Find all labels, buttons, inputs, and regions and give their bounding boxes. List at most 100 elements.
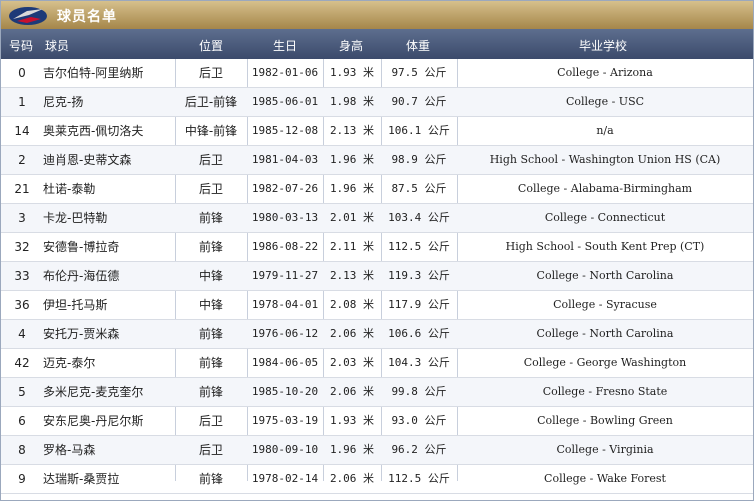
cell-height: 1.98 米	[329, 95, 375, 108]
cell-school: High School - South Kent Prep (CT)	[505, 240, 705, 253]
cell-num: 42	[14, 356, 30, 370]
cell-weight: 90.7 公斤	[391, 95, 447, 108]
table-row: 33 布伦丹-海伍德 中锋 1979-11-27 2.13 米 119.3 公斤…	[1, 262, 753, 291]
cell-num: 4	[18, 327, 26, 341]
cell-school: College - Fresno State	[542, 385, 668, 398]
cell-num: 0	[18, 66, 26, 80]
cell-name: 达瑞斯-桑贾拉	[43, 472, 120, 486]
cell-school: College - North Carolina	[536, 327, 674, 340]
cell-weight: 99.8 公斤	[391, 385, 447, 398]
cell-num: 21	[14, 182, 30, 196]
cell-name: 吉尔伯特-阿里纳斯	[43, 66, 144, 80]
table-row: 0 吉尔伯特-阿里纳斯 后卫 1982-01-06 1.93 米 97.5 公斤…	[1, 59, 753, 88]
cell-position: 后卫-前锋	[184, 95, 238, 109]
cell-school: College - Wake Forest	[544, 472, 666, 485]
cell-weight: 119.3 公斤	[388, 269, 450, 282]
cell-dob: 1986-08-22	[251, 240, 319, 253]
table-row: 1 尼克-扬 后卫-前锋 1985-06-01 1.98 米 90.7 公斤 C…	[1, 88, 753, 117]
cell-num: 32	[14, 240, 30, 254]
cell-position: 后卫	[198, 414, 223, 428]
cell-height: 2.03 米	[329, 356, 375, 369]
cell-position: 后卫	[198, 66, 223, 80]
cell-weight: 112.5 公斤	[388, 472, 450, 485]
header-position: 位置	[199, 39, 224, 53]
cell-school: College - Bowling Green	[537, 414, 673, 427]
cell-dob: 1985-12-08	[251, 124, 319, 137]
cell-school: College - Connecticut	[544, 211, 666, 224]
roster-table-body: 0 吉尔伯特-阿里纳斯 后卫 1982-01-06 1.93 米 97.5 公斤…	[1, 59, 753, 494]
cell-weight: 106.6 公斤	[388, 327, 450, 340]
cell-num: 33	[14, 269, 30, 283]
cell-dob: 1980-09-10	[251, 443, 319, 456]
cell-position: 后卫	[198, 443, 223, 457]
table-row: 6 安东尼奥-丹尼尔斯 后卫 1975-03-19 1.93 米 93.0 公斤…	[1, 407, 753, 436]
cell-position: 中锋	[198, 269, 223, 283]
cell-num: 1	[18, 95, 26, 109]
header-dob: 生日	[273, 39, 298, 53]
cell-school: n/a	[596, 124, 614, 137]
cell-name: 多米尼克-麦克奎尔	[43, 385, 144, 399]
cell-weight: 103.4 公斤	[388, 211, 450, 224]
cell-name: 迪肖恩-史蒂文森	[43, 153, 132, 167]
cell-school: College - Arizona	[557, 66, 653, 79]
cell-height: 2.01 米	[329, 211, 375, 224]
cell-height: 1.93 米	[329, 414, 375, 427]
cell-name: 罗格-马森	[43, 443, 96, 457]
cell-school: College - Alabama-Birmingham	[517, 182, 693, 195]
cell-dob: 1978-04-01	[251, 298, 319, 311]
cell-height: 2.11 米	[329, 240, 375, 253]
team-logo-icon	[9, 7, 47, 25]
cell-school: High School - Washington Union HS (CA)	[489, 153, 721, 166]
cell-name: 安东尼奥-丹尼尔斯	[43, 414, 144, 428]
cell-height: 1.96 米	[329, 443, 375, 456]
cell-height: 1.96 米	[329, 182, 375, 195]
page-title: 球员名单	[57, 9, 117, 25]
table-row: 36 伊坦-托马斯 中锋 1978-04-01 2.08 米 117.9 公斤 …	[1, 291, 753, 320]
cell-position: 前锋	[198, 211, 223, 225]
cell-num: 6	[18, 414, 26, 428]
cell-dob: 1976-06-12	[251, 327, 319, 340]
cell-position: 后卫	[198, 153, 223, 167]
cell-dob: 1981-04-03	[251, 153, 319, 166]
cell-dob: 1982-01-06	[251, 66, 319, 79]
cell-num: 8	[18, 443, 26, 457]
cell-num: 36	[14, 298, 30, 312]
table-row: 3 卡龙-巴特勒 前锋 1980-03-13 2.01 米 103.4 公斤 C…	[1, 204, 753, 233]
cell-weight: 97.5 公斤	[391, 66, 447, 79]
table-row: 21 杜诺-泰勒 后卫 1982-07-26 1.96 米 87.5 公斤 Co…	[1, 175, 753, 204]
cell-dob: 1982-07-26	[251, 182, 319, 195]
table-row: 8 罗格-马森 后卫 1980-09-10 1.96 米 96.2 公斤 Col…	[1, 436, 753, 465]
table-row: 9 达瑞斯-桑贾拉 前锋 1978-02-14 2.06 米 112.5 公斤 …	[1, 465, 753, 494]
cell-weight: 98.9 公斤	[391, 153, 447, 166]
cell-weight: 106.1 公斤	[388, 124, 450, 137]
cell-name: 卡龙-巴特勒	[43, 211, 108, 225]
header-name: 球员	[45, 39, 70, 53]
cell-num: 14	[14, 124, 30, 138]
title-bar: 球员名单	[1, 1, 753, 29]
cell-height: 2.13 米	[329, 124, 375, 137]
cell-height: 2.06 米	[329, 327, 375, 340]
cell-dob: 1980-03-13	[251, 211, 319, 224]
header-num: 号码	[9, 39, 34, 53]
cell-num: 3	[18, 211, 26, 225]
cell-weight: 112.5 公斤	[388, 240, 450, 253]
cell-weight: 96.2 公斤	[391, 443, 447, 456]
cell-num: 9	[18, 472, 26, 486]
cell-name: 布伦丹-海伍德	[43, 269, 120, 283]
cell-school: College - George Washington	[523, 356, 687, 369]
table-row: 4 安托万-贾米森 前锋 1976-06-12 2.06 米 106.6 公斤 …	[1, 320, 753, 349]
cell-name: 迈克-泰尔	[43, 356, 96, 370]
cell-height: 1.96 米	[329, 153, 375, 166]
table-row: 32 安德鲁-博拉奇 前锋 1986-08-22 2.11 米 112.5 公斤…	[1, 233, 753, 262]
table-row: 5 多米尼克-麦克奎尔 前锋 1985-10-20 2.06 米 99.8 公斤…	[1, 378, 753, 407]
cell-position: 中锋-前锋	[184, 124, 238, 138]
cell-weight: 117.9 公斤	[388, 298, 450, 311]
cell-dob: 1985-06-01	[251, 95, 319, 108]
cell-position: 前锋	[198, 472, 223, 486]
cell-position: 前锋	[198, 327, 223, 341]
cell-dob: 1978-02-14	[251, 472, 319, 485]
cell-school: College - Virginia	[556, 443, 654, 456]
cell-weight: 104.3 公斤	[388, 356, 450, 369]
cell-position: 后卫	[198, 182, 223, 196]
header-school: 毕业学校	[579, 39, 628, 53]
